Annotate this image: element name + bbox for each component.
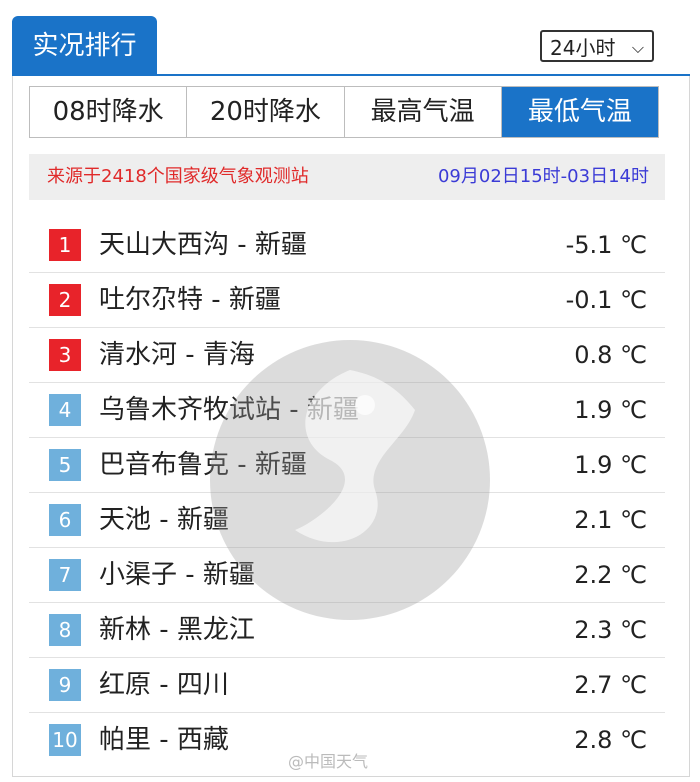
station-name: 红原 - 四川 — [99, 670, 229, 700]
table-row[interactable]: 8 新林 - 黑龙江 2.3 ℃ — [29, 603, 665, 658]
table-row[interactable]: 3 清水河 - 青海 0.8 ℃ — [29, 328, 665, 383]
temperature-value: 2.3 ℃ — [574, 616, 647, 644]
rank-badge: 10 — [49, 724, 81, 756]
rank-badge: 9 — [49, 669, 81, 701]
station-name: 乌鲁木齐牧试站 - 新疆 — [99, 395, 359, 425]
metric-tabs: 08时降水 20时降水 最高气温 最低气温 — [29, 86, 659, 138]
rank-badge: 1 — [49, 229, 81, 261]
station-name: 小渠子 - 新疆 — [99, 560, 255, 590]
temperature-value: 2.8 ℃ — [574, 726, 647, 754]
station-name: 清水河 - 青海 — [99, 340, 255, 370]
table-row[interactable]: 5 巴音布鲁克 - 新疆 1.9 ℃ — [29, 438, 665, 493]
rank-badge: 7 — [49, 559, 81, 591]
temperature-value: 2.7 ℃ — [574, 671, 647, 699]
rank-badge: 2 — [49, 284, 81, 316]
source-bar: 来源于2418个国家级气象观测站 09月02日15时-03日14时 — [29, 154, 665, 200]
ranking-list: 1 天山大西沟 - 新疆 -5.1 ℃ 2 吐尔尕特 - 新疆 -0.1 ℃ 3… — [29, 218, 665, 767]
station-name: 帕里 - 西藏 — [99, 725, 229, 755]
period-select-value: 24小时 — [550, 36, 616, 60]
station-name: 天山大西沟 - 新疆 — [99, 230, 307, 260]
table-row[interactable]: 4 乌鲁木齐牧试站 - 新疆 1.9 ℃ — [29, 383, 665, 438]
rank-badge: 5 — [49, 449, 81, 481]
tab-max-temp[interactable]: 最高气温 — [344, 87, 502, 137]
tab-08-precip[interactable]: 08时降水 — [30, 87, 188, 137]
watermark-text: @中国天气 — [288, 752, 369, 771]
station-name: 吐尔尕特 - 新疆 — [99, 285, 281, 315]
rank-badge: 3 — [49, 339, 81, 371]
table-row[interactable]: 7 小渠子 - 新疆 2.2 ℃ — [29, 548, 665, 603]
table-row[interactable]: 9 红原 - 四川 2.7 ℃ — [29, 658, 665, 713]
temperature-value: 2.1 ℃ — [574, 506, 647, 534]
source-text: 来源于2418个国家级气象观测站 — [47, 166, 309, 187]
rank-badge: 8 — [49, 614, 81, 646]
station-name: 新林 - 黑龙江 — [99, 615, 255, 645]
ranking-panel: 08时降水 20时降水 最高气温 最低气温 来源于2418个国家级气象观测站 0… — [12, 76, 690, 777]
temperature-value: 1.9 ℃ — [574, 396, 647, 424]
ranking-header: 实况排行 24小时 ⌵ — [12, 16, 690, 77]
temperature-value: 0.8 ℃ — [574, 341, 647, 369]
header-title: 实况排行 — [12, 16, 157, 76]
temperature-value: -5.1 ℃ — [565, 231, 647, 259]
table-row[interactable]: 6 天池 - 新疆 2.1 ℃ — [29, 493, 665, 548]
temperature-value: 2.2 ℃ — [574, 561, 647, 589]
temperature-value: -0.1 ℃ — [565, 286, 647, 314]
tab-min-temp[interactable]: 最低气温 — [501, 87, 658, 137]
table-row[interactable]: 1 天山大西沟 - 新疆 -5.1 ℃ — [29, 218, 665, 273]
chevron-down-icon: ⌵ — [631, 38, 644, 57]
tab-20-precip[interactable]: 20时降水 — [187, 87, 345, 137]
rank-badge: 4 — [49, 394, 81, 426]
temperature-value: 1.9 ℃ — [574, 451, 647, 479]
station-name: 巴音布鲁克 - 新疆 — [99, 450, 307, 480]
table-row[interactable]: 2 吐尔尕特 - 新疆 -0.1 ℃ — [29, 273, 665, 328]
station-name: 天池 - 新疆 — [99, 505, 229, 535]
time-range-text: 09月02日15时-03日14时 — [437, 166, 649, 187]
period-select[interactable]: 24小时 ⌵ — [540, 30, 654, 62]
rank-badge: 6 — [49, 504, 81, 536]
